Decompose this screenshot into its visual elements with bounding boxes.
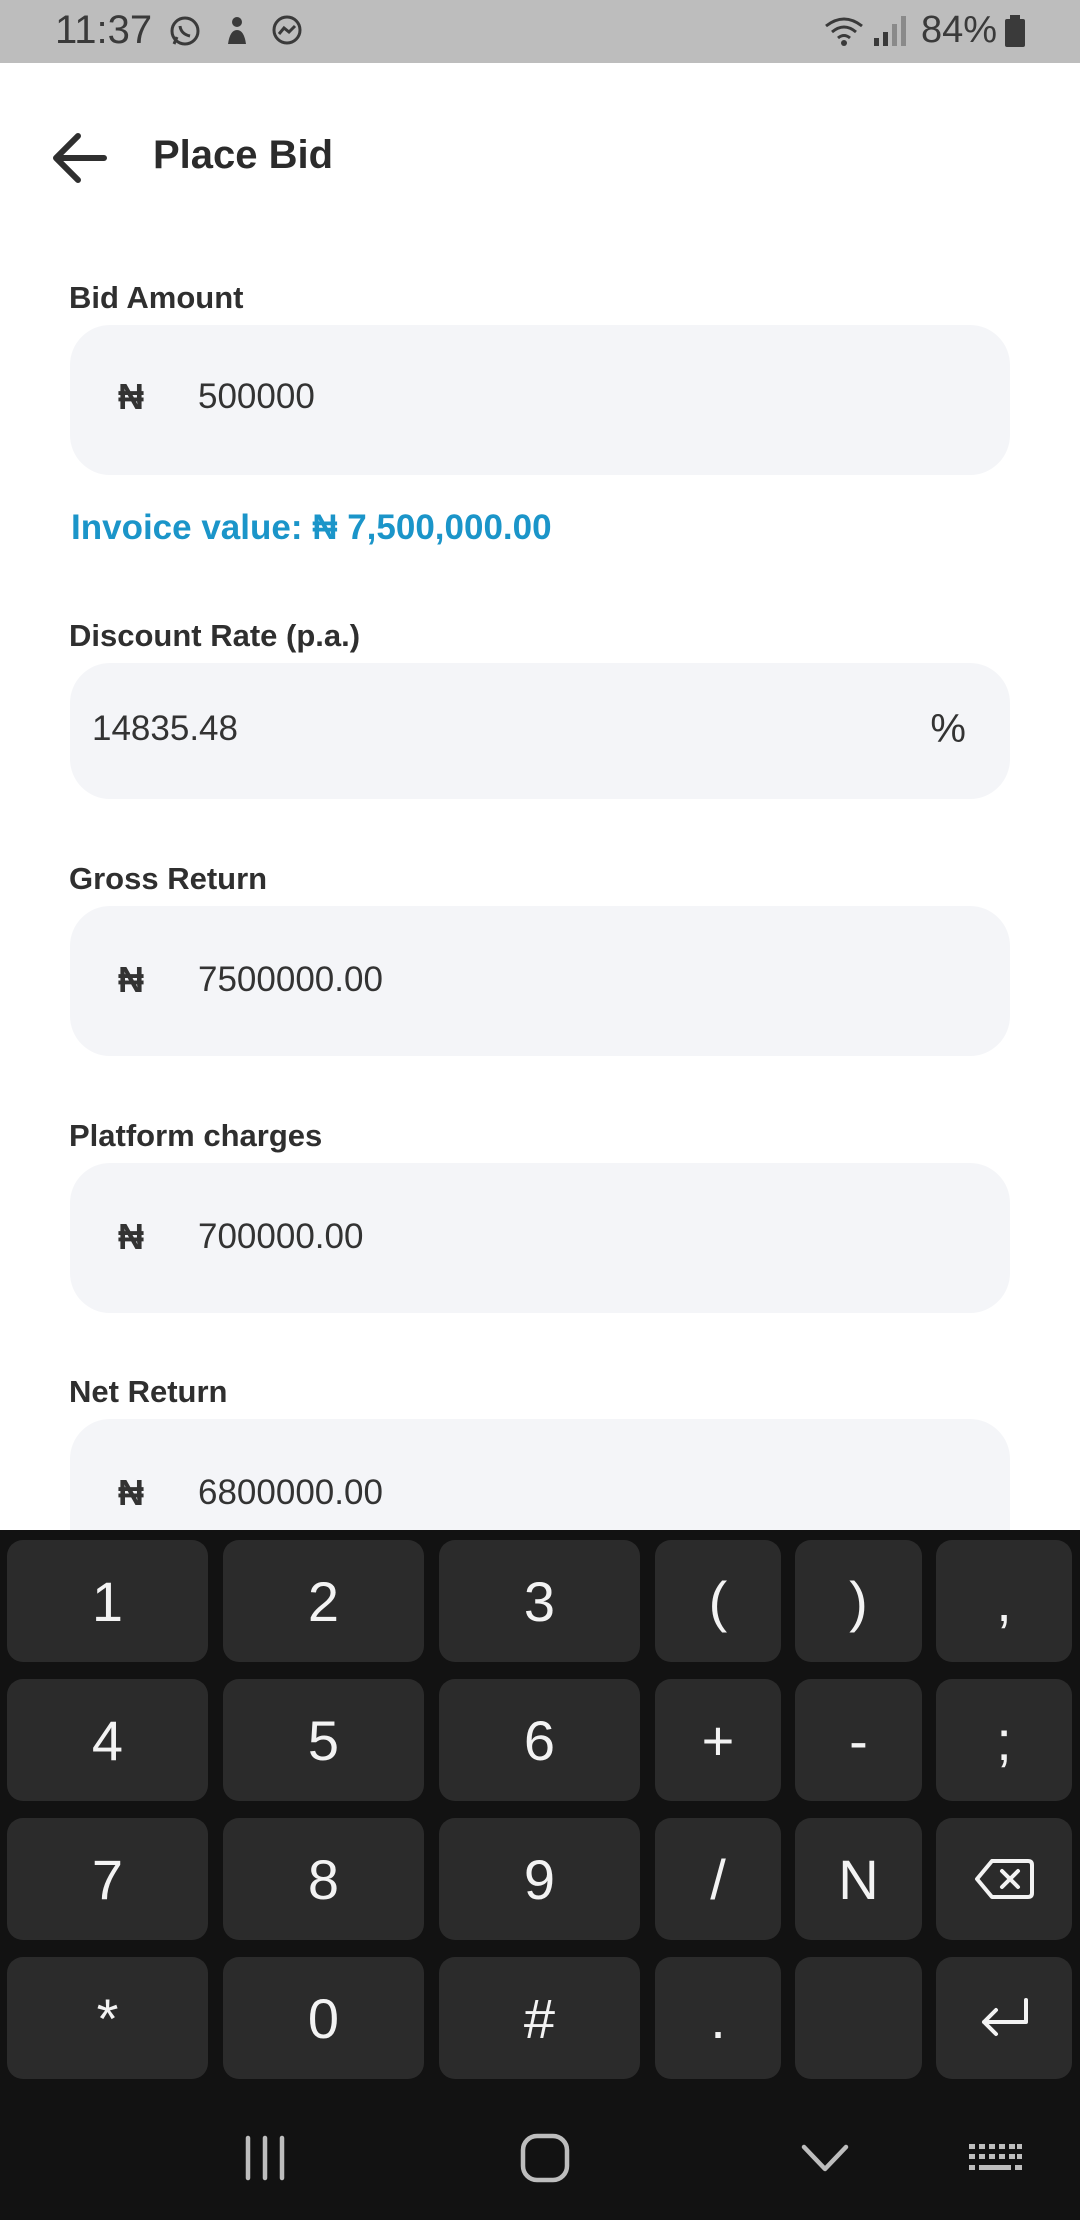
- status-time: 11:37: [55, 8, 153, 52]
- messenger-icon: [270, 14, 304, 48]
- discount-rate-label: Discount Rate (p.a.): [69, 618, 361, 653]
- recents-button[interactable]: [230, 2128, 300, 2188]
- naira-symbol: ₦: [118, 376, 144, 417]
- gross-return-field[interactable]: ₦ 7500000.00: [70, 906, 1010, 1056]
- app-header: Place Bid: [0, 63, 1080, 253]
- battery-icon: [1003, 14, 1027, 48]
- net-return-label: Net Return: [69, 1374, 228, 1409]
- signal-icon: [872, 14, 908, 48]
- key-4[interactable]: 4: [7, 1679, 208, 1801]
- bid-amount-label: Bid Amount: [69, 280, 244, 315]
- hide-keyboard-button[interactable]: [790, 2128, 860, 2188]
- gross-return-value: 7500000.00: [198, 960, 383, 999]
- key-2[interactable]: 2: [223, 1540, 424, 1662]
- key-slash[interactable]: /: [655, 1818, 781, 1940]
- key-1[interactable]: 1: [7, 1540, 208, 1662]
- whatsapp-icon: [168, 14, 202, 48]
- key-open-paren[interactable]: (: [655, 1540, 781, 1662]
- backspace-key[interactable]: [936, 1818, 1072, 1940]
- key-7[interactable]: 7: [7, 1818, 208, 1940]
- home-button[interactable]: [510, 2128, 580, 2188]
- bid-amount-field[interactable]: ₦ 500000: [70, 325, 1010, 475]
- home-icon: [520, 2133, 570, 2183]
- platform-charges-field[interactable]: ₦ 700000.00: [70, 1163, 1010, 1313]
- key-blank[interactable]: [795, 1957, 922, 2079]
- key-semicolon[interactable]: ;: [936, 1679, 1072, 1801]
- keyboard-icon: [969, 2144, 1022, 2170]
- key-9[interactable]: 9: [439, 1818, 640, 1940]
- invoice-value-text: Invoice value: ₦ 7,500,000.00: [71, 508, 552, 547]
- key-8[interactable]: 8: [223, 1818, 424, 1940]
- key-hash[interactable]: #: [439, 1957, 640, 2079]
- battery-percent: 84%: [921, 9, 998, 51]
- key-0[interactable]: 0: [223, 1957, 424, 2079]
- arrow-left-icon: [53, 133, 107, 183]
- enter-key[interactable]: [936, 1957, 1072, 2079]
- net-return-value: 6800000.00: [198, 1473, 383, 1512]
- status-bar: 11:37 84%: [0, 0, 1080, 63]
- discount-rate-value: 14835.48: [92, 709, 238, 748]
- key-close-paren[interactable]: ): [795, 1540, 922, 1662]
- numeric-keyboard: 1 2 3 ( ) , 4 5 6 + - ; 7 8 9 / N * 0 # …: [0, 1530, 1080, 2098]
- key-6[interactable]: 6: [439, 1679, 640, 1801]
- bid-amount-value: 500000: [198, 377, 315, 416]
- key-n[interactable]: N: [795, 1818, 922, 1940]
- key-asterisk[interactable]: *: [7, 1957, 208, 2079]
- key-5[interactable]: 5: [223, 1679, 424, 1801]
- keyboard-switch-button[interactable]: [965, 2128, 1025, 2188]
- wifi-icon: [822, 14, 866, 48]
- app-icon: [220, 14, 254, 48]
- naira-symbol: ₦: [118, 1472, 144, 1513]
- enter-icon: [982, 1998, 1028, 2036]
- naira-symbol: ₦: [118, 1216, 144, 1257]
- page-title: Place Bid: [153, 133, 334, 177]
- percent-suffix: %: [930, 707, 966, 751]
- discount-rate-field[interactable]: 14835.48 %: [70, 663, 1010, 799]
- key-minus[interactable]: -: [795, 1679, 922, 1801]
- key-plus[interactable]: +: [655, 1679, 781, 1801]
- backspace-icon: [975, 1859, 1034, 1899]
- recents-icon: [245, 2135, 285, 2181]
- platform-charges-value: 700000.00: [198, 1217, 364, 1256]
- key-period[interactable]: .: [655, 1957, 781, 2079]
- back-button[interactable]: [48, 128, 118, 188]
- system-nav-bar: [0, 2098, 1080, 2220]
- platform-charges-label: Platform charges: [69, 1118, 323, 1153]
- gross-return-label: Gross Return: [69, 861, 268, 896]
- hide-keyboard-icon: [801, 2144, 849, 2172]
- key-comma[interactable]: ,: [936, 1540, 1072, 1662]
- naira-symbol: ₦: [118, 959, 144, 1000]
- key-3[interactable]: 3: [439, 1540, 640, 1662]
